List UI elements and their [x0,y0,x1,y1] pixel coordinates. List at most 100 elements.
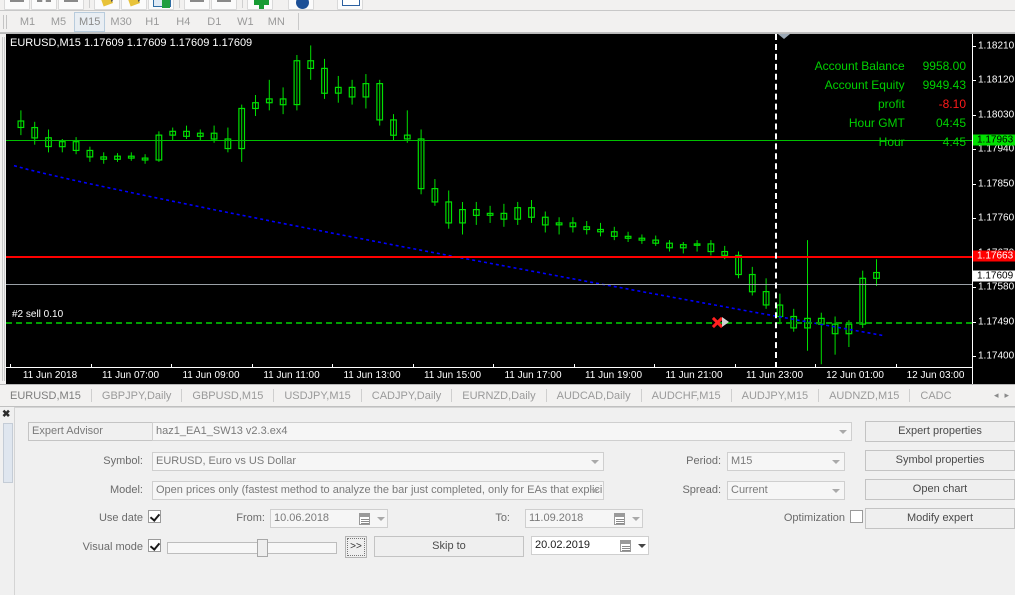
price-axis-label: 1.17850 [978,178,1014,189]
account-info-label: Hour GMT [849,116,908,130]
to-date-input[interactable]: 11.09.2018 [525,509,643,528]
symbol-combo[interactable]: EURUSD, Euro vs US Dollar [152,452,604,471]
account-info-label: Hour [879,135,908,149]
tester-type-combo[interactable]: Expert Advisor [28,422,168,441]
model-combo[interactable]: Open prices only (fastest method to anal… [152,481,604,500]
toolbar-grip[interactable] [1,13,10,31]
visual-speed-slider[interactable] [167,542,337,554]
chart-tab-gbpjpy-daily[interactable]: GBPJPY,Daily [92,386,182,406]
time-axis-tick [735,364,736,368]
toolbar-divider [179,0,180,8]
price-axis-label: 1.17580 [978,282,1014,293]
chart-tab-audjpy-m15[interactable]: AUDJPY,M15 [732,386,818,406]
time-axis-label: 11 Jun 11:00 [263,370,319,381]
price-axis-label: 1.18120 [978,75,1014,86]
chart-tab-eurusd-m15[interactable]: EURUSD,M15 [0,386,91,406]
visual-mode-checkbox[interactable] [148,539,161,552]
pencil-yellow-icon[interactable] [94,0,120,10]
chart-tab-gbpusd-m15[interactable]: GBPUSD,M15 [182,386,273,406]
account-info-row: Account Balance 9958.00 [815,57,966,76]
tab-scroll-controls: ◂▸ [991,390,1015,401]
pencil-yellow-2-icon[interactable] [121,0,147,10]
add-green-plus-icon[interactable] [247,0,273,10]
stop-loss-line[interactable] [6,256,972,258]
price-axis-label: 1.18030 [978,109,1014,120]
chart-tab-cadc[interactable]: CADC [910,386,961,406]
timeframe-m15[interactable]: M15 [74,12,105,32]
timeframe-d1[interactable]: D1 [199,12,230,32]
trendline-dashed-icon[interactable] [31,0,57,10]
chart-marker-triangle-icon[interactable] [778,34,790,39]
chart-tab-audcad-daily[interactable]: AUDCAD,Daily [547,386,641,406]
tester-side-tab[interactable] [3,423,13,483]
modify-expert-button[interactable]: Modify expert [865,508,1015,529]
chart-tab-eurnzd-daily[interactable]: EURNZD,Daily [452,386,545,406]
timeframe-toolbar: M1 M5 M15 M30 H1 H4 D1 W1 MN [0,11,1015,33]
chevron-down-icon [591,489,599,493]
timeframe-m30[interactable]: M30 [105,12,136,32]
skip-to-date-picker-button[interactable] [620,539,646,553]
skip-to-date-input[interactable]: 20.02.2019 [531,536,649,555]
from-date-picker-button[interactable] [359,512,385,526]
crosshair-vertical-line [775,34,777,368]
trendline-thick-icon[interactable] [58,0,84,10]
tab-scroll-right-icon[interactable]: ▸ [1001,390,1012,401]
spread-combo[interactable]: Current [727,481,845,500]
fast-forward-button[interactable]: >> [345,536,367,558]
chevron-down-icon [591,460,599,464]
horizontal-line-icon[interactable] [184,0,210,10]
time-axis-tick [815,364,816,368]
price-axis-tick [973,184,976,185]
time-axis-tick [171,364,172,368]
timeframe-m5[interactable]: M5 [43,12,74,32]
time-axis-label: 11 Jun 07:00 [102,370,159,381]
chart-plot-area[interactable]: EURUSD,M15 1.17609 1.17609 1.17609 1.176… [6,34,972,384]
expert-properties-button[interactable]: Expert properties [865,421,1015,442]
timeframe-w1[interactable]: W1 [230,12,261,32]
timeframe-m1[interactable]: M1 [12,12,43,32]
to-date-picker-button[interactable] [614,512,640,526]
sell-order-line[interactable] [6,322,972,324]
toolbar-divider [298,13,299,30]
account-info-row: Hour GMT 04:45 [815,114,966,133]
account-info-label: profit [878,97,908,111]
price-axis-label: 1.17400 [978,351,1014,362]
close-icon[interactable]: ✖ [2,410,10,420]
slider-thumb[interactable] [257,539,268,557]
symbol-value: EURUSD, Euro vs US Dollar [156,455,296,467]
period-combo[interactable]: M15 [727,452,845,471]
chart-tab-audnzd-m15[interactable]: AUDNZD,M15 [819,386,909,406]
symbol-properties-button[interactable]: Symbol properties [865,450,1015,471]
chevron-down-icon [839,430,847,434]
from-date-input[interactable]: 10.06.2018 [270,509,388,528]
time-axis[interactable]: 11 Jun 201811 Jun 07:0011 Jun 09:0011 Ju… [6,367,972,384]
chart-window[interactable]: EURUSD,M15 1.17609 1.17609 1.17609 1.176… [0,33,1015,385]
price-axis-tick [973,80,976,81]
timeframe-h1[interactable]: H1 [137,12,168,32]
slider-track [167,542,337,554]
use-date-label: Use date [73,512,143,524]
open-chart-button[interactable]: Open chart [865,479,1015,500]
timeframe-mn[interactable]: MN [261,12,292,32]
price-axis[interactable]: 1.182101.181201.180301.179401.178501.177… [972,34,1015,384]
horizontal-line-2-icon[interactable] [211,0,237,10]
trendline-icon[interactable] [4,0,30,10]
price-badge-sl: 1.17663 [973,250,1015,261]
expert-file-input[interactable]: haz1_EA1_SW13 v2.3.ex4 [152,422,852,441]
use-date-checkbox[interactable] [148,510,161,523]
globe-blue-icon[interactable] [288,0,314,10]
tab-scroll-left-icon[interactable]: ◂ [991,390,1002,401]
period-value: M15 [731,455,752,467]
optimization-checkbox[interactable] [850,510,863,523]
chart-tab-cadjpy-daily[interactable]: CADJPY,Daily [362,386,452,406]
period-label: Period: [669,455,721,467]
price-level-line[interactable] [6,284,972,285]
time-axis-label: 11 Jun 2018 [23,370,77,381]
rectangle-icon[interactable] [337,0,363,10]
timeframe-h4[interactable]: H4 [168,12,199,32]
chart-tab-usdjpy-m15[interactable]: USDJPY,M15 [274,386,360,406]
window-tile-icon[interactable] [148,0,174,10]
time-axis-label: 12 Jun 03:00 [907,370,965,381]
skip-to-button[interactable]: Skip to [374,536,524,557]
chart-tab-audchf-m15[interactable]: AUDCHF,M15 [642,386,731,406]
